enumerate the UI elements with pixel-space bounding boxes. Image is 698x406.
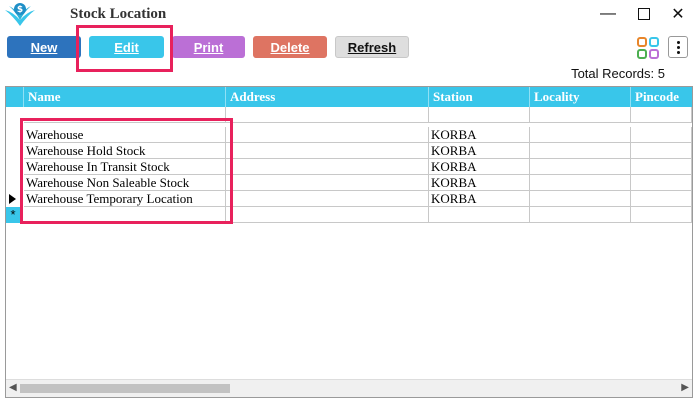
- scroll-right-icon[interactable]: ▶: [681, 382, 689, 393]
- new-cell-pincode[interactable]: [631, 207, 692, 223]
- maximize-icon[interactable]: [632, 4, 656, 24]
- table-row[interactable]: Warehouse In Transit Stock KORBA: [6, 159, 692, 175]
- new-row-marker: *: [6, 207, 20, 223]
- cell-locality[interactable]: [530, 159, 631, 175]
- table-row[interactable]: Warehouse Non Saleable Stock KORBA: [6, 175, 692, 191]
- cell-name[interactable]: Warehouse In Transit Stock: [24, 159, 226, 175]
- cell-name[interactable]: Warehouse Temporary Location: [24, 191, 226, 207]
- cell-name[interactable]: Warehouse Non Saleable Stock: [24, 175, 226, 191]
- apps-grid-icon[interactable]: [636, 36, 660, 60]
- cell-pincode[interactable]: [631, 143, 692, 159]
- title-bar: $ Stock Location — ✕: [0, 0, 698, 30]
- table-row-current[interactable]: Warehouse Temporary Location KORBA: [6, 191, 692, 207]
- cell-station[interactable]: KORBA: [429, 127, 530, 143]
- filter-row: [6, 107, 692, 123]
- cell-address[interactable]: [226, 127, 429, 143]
- total-records: Total Records: 5: [571, 66, 665, 81]
- cell-locality[interactable]: [530, 175, 631, 191]
- new-button[interactable]: New: [7, 36, 81, 58]
- cell-station[interactable]: KORBA: [429, 191, 530, 207]
- column-header-name[interactable]: Name: [24, 87, 226, 107]
- cell-address[interactable]: [226, 191, 429, 207]
- new-cell-address[interactable]: [226, 207, 429, 223]
- column-header-address[interactable]: Address: [226, 87, 429, 107]
- column-header-locality[interactable]: Locality: [530, 87, 631, 107]
- edit-button[interactable]: Edit: [89, 36, 164, 58]
- column-header-pincode[interactable]: Pincode: [631, 87, 692, 107]
- cell-locality[interactable]: [530, 143, 631, 159]
- new-row[interactable]: *: [6, 207, 692, 223]
- cell-pincode[interactable]: [631, 127, 692, 143]
- new-cell-locality[interactable]: [530, 207, 631, 223]
- current-row-arrow-icon: [6, 191, 20, 207]
- horizontal-scrollbar[interactable]: ◀ ▶: [6, 379, 692, 397]
- cell-pincode[interactable]: [631, 191, 692, 207]
- filter-address-input[interactable]: [226, 107, 429, 123]
- cell-locality[interactable]: [530, 191, 631, 207]
- cell-address[interactable]: [226, 175, 429, 191]
- cell-pincode[interactable]: [631, 175, 692, 191]
- cell-locality[interactable]: [530, 127, 631, 143]
- refresh-button[interactable]: Refresh: [335, 36, 409, 58]
- cell-address[interactable]: [226, 159, 429, 175]
- close-icon[interactable]: ✕: [666, 4, 690, 24]
- cell-station[interactable]: KORBA: [429, 175, 530, 191]
- more-vertical-icon[interactable]: [668, 36, 688, 58]
- cell-address[interactable]: [226, 143, 429, 159]
- scrollbar-thumb[interactable]: [20, 384, 230, 393]
- column-header-station[interactable]: Station: [429, 87, 530, 107]
- filter-name-input[interactable]: [24, 107, 226, 123]
- app-logo-icon: $: [5, 3, 35, 26]
- window-title: Stock Location: [70, 6, 167, 22]
- cell-name[interactable]: Warehouse: [24, 127, 226, 143]
- filter-locality-input[interactable]: [530, 107, 631, 123]
- new-cell-station[interactable]: [429, 207, 530, 223]
- row-header-corner: [6, 87, 24, 107]
- minimize-icon[interactable]: —: [596, 4, 620, 24]
- table-row[interactable]: Warehouse KORBA: [6, 127, 692, 143]
- delete-button[interactable]: Delete: [253, 36, 327, 58]
- cell-pincode[interactable]: [631, 159, 692, 175]
- filter-station-input[interactable]: [429, 107, 530, 123]
- stock-location-grid: Name Address Station Locality Pincode Wa…: [5, 86, 693, 398]
- svg-text:$: $: [17, 5, 23, 15]
- cell-station[interactable]: KORBA: [429, 159, 530, 175]
- print-button[interactable]: Print: [172, 36, 245, 58]
- cell-name[interactable]: Warehouse Hold Stock: [24, 143, 226, 159]
- scroll-left-icon[interactable]: ◀: [9, 382, 17, 393]
- filter-pincode-input[interactable]: [631, 107, 692, 123]
- table-row[interactable]: Warehouse Hold Stock KORBA: [6, 143, 692, 159]
- toolbar: New Edit Print Delete Refresh: [0, 36, 698, 60]
- new-cell-name[interactable]: [24, 207, 226, 223]
- cell-station[interactable]: KORBA: [429, 143, 530, 159]
- grid-header: Name Address Station Locality Pincode: [6, 87, 692, 107]
